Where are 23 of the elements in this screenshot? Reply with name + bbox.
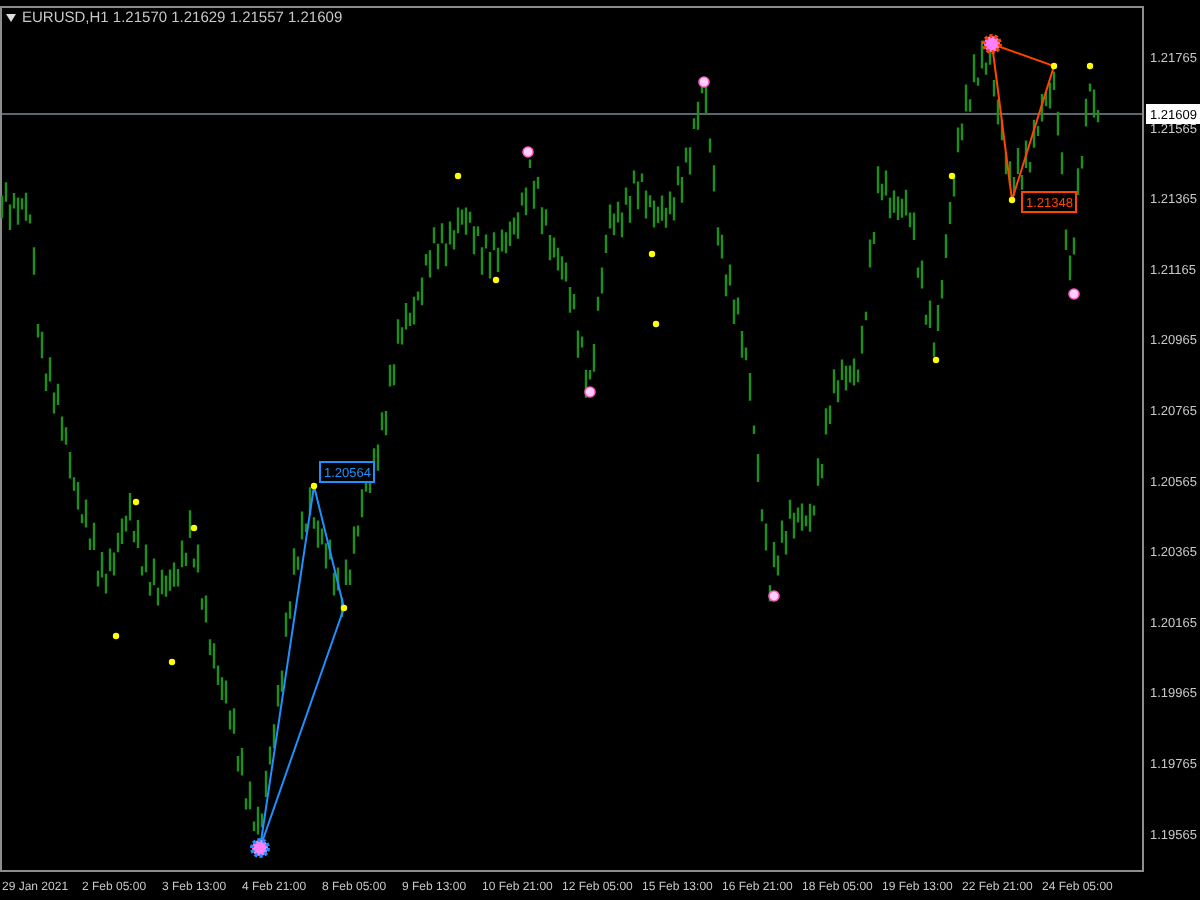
pivot-dot-icon [1008,196,1016,204]
pivot-dot-icon [112,632,120,640]
pivot-dot-icon [698,76,710,88]
star-marker-icon [250,838,270,858]
pivot-dot-icon [584,386,596,398]
pivot-dot-icon [1068,288,1080,300]
pivot-dot-icon [454,172,462,180]
collapse-triangle-icon[interactable] [6,14,16,22]
pivot-dot-icon [132,498,140,506]
pivot-dot-icon [168,658,176,666]
star-marker-icon [982,34,1002,54]
pivot-dot-icon [492,276,500,284]
pivot-dot-icon [932,356,940,364]
pivot-dot-icon [190,524,198,532]
pivot-dot-icon [1086,62,1094,70]
pivot-dot-icon [948,172,956,180]
pivot-dot-icon [522,146,534,158]
pivot-dot-icon [340,604,348,612]
pivot-dot-icon [768,590,780,602]
pivot-dot-icon [652,320,660,328]
pivot-dot-icon [648,250,656,258]
pivot-dot-icon [310,482,318,490]
pivot-dot-icon [1050,62,1058,70]
